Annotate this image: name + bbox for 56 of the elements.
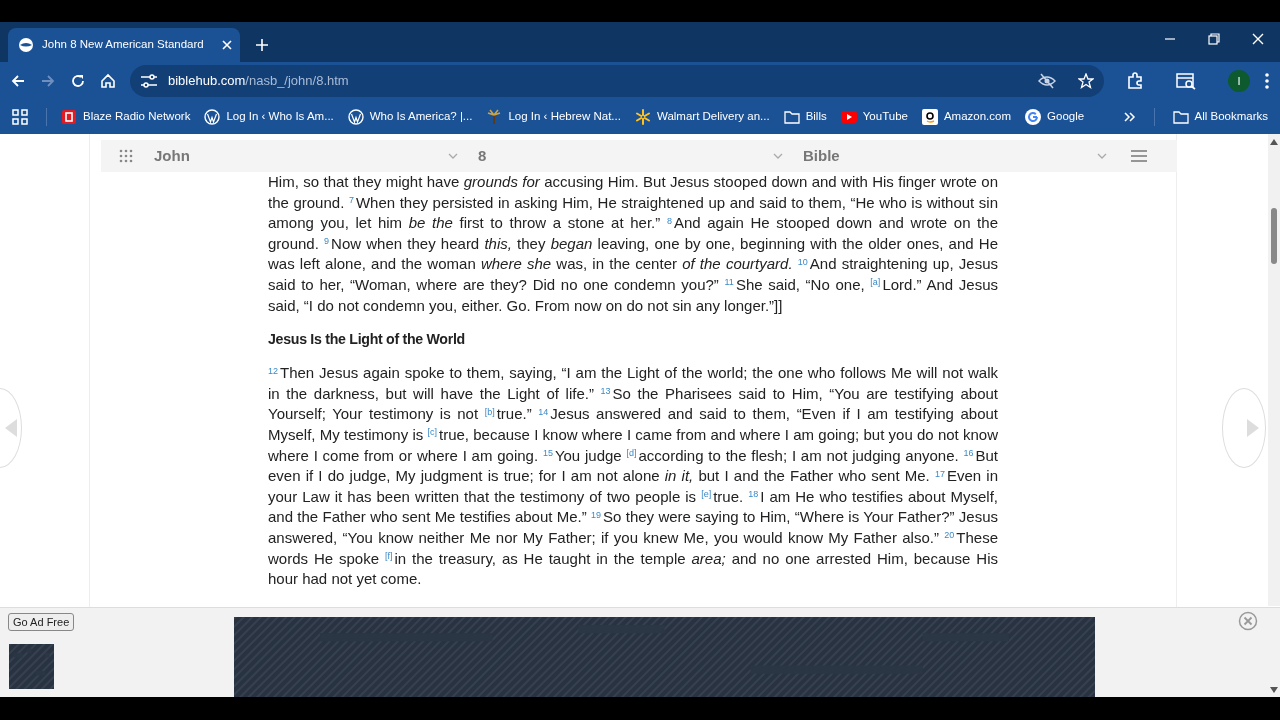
scripture-paragraph: Him, so that they might have grounds for accusing Him. But Jesus stooped down and with His finger wrote on the ground. $^{7}$When they persisted in asking Him, He straightened up and said to them, “He who is without sin among you, let him be the first to throw a stone at her.” $^{8}$And again He stooped down and wrote on the ground. $^{9}$Now when they heard this, they began leaving, one by one, beginning with the older ones, and He was left alone, and the woman where she was, in the center of the courtyard. $^{10}$And straightening up, Jesus said to her, “Woman, where are they? Did no one condemn you?” $^{11}$She said, “No one, $^{[a]}$Lord.” And Jesus said, “I do not condemn you, either. Go. From now on do not sin any longer.”]]: [268, 172, 998, 316]
restore-icon[interactable]: [1208, 33, 1220, 45]
bookmark[interactable]: Bills: [783, 108, 827, 126]
more-icon[interactable]: [1264, 72, 1270, 90]
url-text: biblehub.com/nasb_/john/8.htm: [168, 72, 349, 91]
chevron-double-icon[interactable]: [1123, 111, 1136, 123]
section-heading: Jesus Is the Light of the World: [268, 331, 466, 349]
globe-icon: [18, 37, 34, 53]
apps-icon[interactable]: [12, 109, 28, 125]
circle-logo-icon: [204, 109, 221, 125]
browser-tab[interactable]: John 8 New American Standard: [8, 28, 240, 62]
reload-icon[interactable]: [70, 73, 86, 89]
play-icon: [840, 109, 857, 125]
new-tab-icon[interactable]: [256, 39, 268, 51]
chevron-down-icon: [773, 153, 783, 159]
square-logo-icon: [61, 109, 77, 125]
scroll-down-icon[interactable]: [1270, 687, 1278, 693]
menu-icon[interactable]: [1131, 150, 1147, 162]
square-logo-icon: [921, 109, 938, 125]
scroll-up-icon[interactable]: [1270, 139, 1278, 145]
bookmark[interactable]: Google: [1025, 108, 1085, 126]
address-bar[interactable]: biblehub.com/nasb_/john/8.htm: [130, 65, 1104, 97]
scripture-paragraph: $^{12}$Then Jesus again spoke to them, saying, “I am the Light of the world; the one who follows Me will not walk in the darkness, but will have the Light of life.” $^{13}$So the Pharisees said to Him, “You are testifying about Yourself; Your testimony is not $^{[b]}$true.” $^{14}$Jesus answered and said to them, “Even if I am testifying about Myself, My testimony is $^{[c]}$true, because I know where I came from and where I am going; but you do not know where I come from or where I am going. $^{15}$You judge $^{[d]}$according to the flesh; I am not judging anyone. $^{16}$But even if I do judge, My judgment is true; for I am not alone in it, but I and the Father who sent Me. $^{17}$Even in your Law it has been written that the testimony of two people is $^{[e]}$true. $^{18}$I am He who testifies about Myself, and the Father who sent Me testifies about Me.” $^{19}$So they were saying to Him, “Where is Your Father?” Jesus answered, “You know neither Me nor My Father; if you knew Me, you would know My Father also.” $^{20}$These words He spoke $^{[f]}$in the treasury, as He taught in the temple area; and no one arrested Him, because His hour had not yet come.: [268, 363, 998, 590]
bookmark[interactable]: Log In ‹ Who Is Am...: [204, 108, 334, 126]
site-settings-icon[interactable]: [140, 73, 158, 89]
all-bookmarks[interactable]: All Bookmarks: [1172, 108, 1268, 126]
version-select[interactable]: Bible: [795, 140, 1119, 172]
spark-icon: [634, 109, 651, 125]
bookmark[interactable]: YouTube: [840, 108, 908, 126]
grid-icon[interactable]: [118, 149, 134, 163]
bookmark[interactable]: Log In ‹ Hebrew Nat...: [486, 108, 621, 126]
chevron-down-icon: [448, 153, 458, 159]
palm-tree-icon: [486, 109, 503, 125]
circle-logo-icon: [347, 109, 364, 125]
tab-search-icon[interactable]: [1176, 72, 1196, 90]
bookmark[interactable]: Amazon.com: [921, 108, 1012, 126]
bookmark-star-icon[interactable]: [1078, 73, 1094, 89]
profile-avatar[interactable]: I: [1228, 70, 1250, 92]
go-ad-free-button[interactable]: Go Ad Free: [8, 613, 75, 631]
caret-left-icon: [5, 419, 17, 437]
back-icon[interactable]: [10, 73, 26, 89]
chevron-down-icon: [1097, 153, 1107, 159]
bookmark[interactable]: Who Is America? |...: [347, 108, 473, 126]
folder-icon: [783, 109, 800, 125]
book-select[interactable]: John: [146, 140, 470, 172]
eye-off-icon[interactable]: [1038, 73, 1056, 89]
extensions-icon[interactable]: [1126, 72, 1144, 90]
chapter-select[interactable]: 8: [470, 140, 795, 172]
scrollbar[interactable]: [1268, 134, 1280, 606]
tab-title: John 8 New American Standard: [42, 37, 205, 53]
g-logo-icon: [1025, 109, 1042, 125]
bookmark[interactable]: Walmart Delivery an...: [634, 108, 770, 126]
caret-right-icon: [1247, 419, 1259, 437]
bookmark[interactable]: Blaze Radio Network: [61, 108, 191, 126]
home-icon[interactable]: [100, 73, 116, 89]
folder-icon: [1172, 109, 1189, 125]
